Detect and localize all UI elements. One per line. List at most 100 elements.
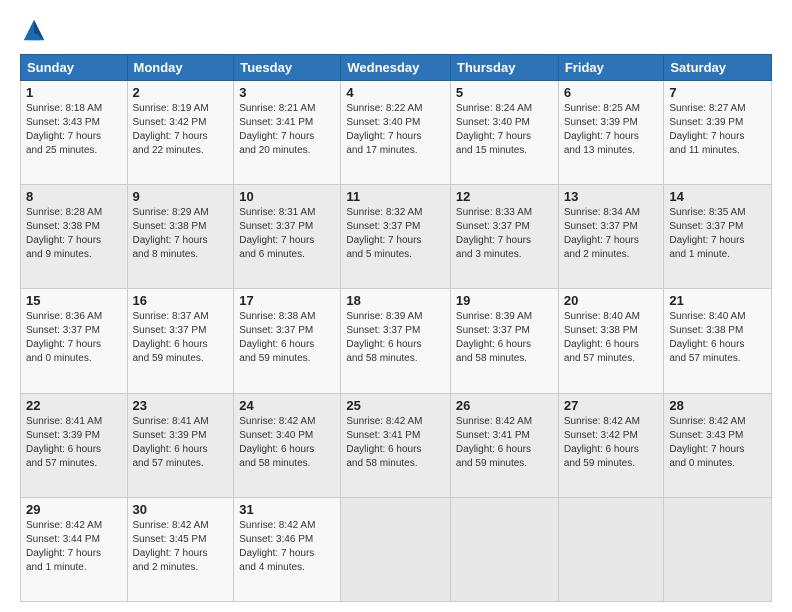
day-info: Sunrise: 8:34 AMSunset: 3:37 PMDaylight:…	[564, 206, 659, 262]
day-info: Sunrise: 8:39 AMSunset: 3:37 PMDaylight:…	[456, 310, 553, 366]
calendar-day-header: Sunday	[21, 55, 128, 81]
calendar-day-cell: 14 Sunrise: 8:35 AMSunset: 3:37 PMDayligh…	[664, 185, 772, 289]
calendar-day-cell: 17 Sunrise: 8:38 AMSunset: 3:37 PMDayligh…	[234, 289, 341, 393]
calendar-day-cell: 3 Sunrise: 8:21 AMSunset: 3:41 PMDaylight…	[234, 81, 341, 185]
calendar-day-cell: 29 Sunrise: 8:42 AMSunset: 3:44 PMDayligh…	[21, 497, 128, 601]
logo-icon	[20, 16, 48, 44]
calendar-day-cell: 20Sunrise: 8:40 AMSunset: 3:38 PMDayligh…	[558, 289, 664, 393]
page: SundayMondayTuesdayWednesdayThursdayFrid…	[0, 0, 792, 612]
day-number: 4	[346, 85, 445, 100]
day-info: Sunrise: 8:36 AMSunset: 3:37 PMDaylight:…	[26, 310, 122, 366]
day-number: 15	[26, 293, 122, 308]
calendar-day-cell: 28 Sunrise: 8:42 AMSunset: 3:43 PMDayligh…	[664, 393, 772, 497]
day-number: 29	[26, 502, 122, 517]
day-number: 3	[239, 85, 335, 100]
calendar-day-cell: 16 Sunrise: 8:37 AMSunset: 3:37 PMDayligh…	[127, 289, 234, 393]
day-number: 30	[133, 502, 229, 517]
day-info: Sunrise: 8:39 AMSunset: 3:37 PMDaylight:…	[346, 310, 445, 366]
day-info: Sunrise: 8:42 AMSunset: 3:42 PMDaylight:…	[564, 415, 659, 471]
day-number: 8	[26, 189, 122, 204]
day-info: Sunrise: 8:21 AMSunset: 3:41 PMDaylight:…	[239, 102, 335, 158]
calendar-day-cell: 5Sunrise: 8:24 AMSunset: 3:40 PMDaylight…	[450, 81, 558, 185]
calendar-header-row: SundayMondayTuesdayWednesdayThursdayFrid…	[21, 55, 772, 81]
day-number: 20	[564, 293, 659, 308]
calendar-day-cell: 13 Sunrise: 8:34 AMSunset: 3:37 PMDayligh…	[558, 185, 664, 289]
day-info: Sunrise: 8:41 AMSunset: 3:39 PMDaylight:…	[26, 415, 122, 471]
calendar-week-row: 15 Sunrise: 8:36 AMSunset: 3:37 PMDayligh…	[21, 289, 772, 393]
calendar-day-cell	[664, 497, 772, 601]
day-number: 25	[346, 398, 445, 413]
day-info: Sunrise: 8:40 AMSunset: 3:38 PMDaylight:…	[669, 310, 766, 366]
day-info: Sunrise: 8:33 AMSunset: 3:37 PMDaylight:…	[456, 206, 553, 262]
calendar-day-cell: 9 Sunrise: 8:29 AMSunset: 3:38 PMDaylight…	[127, 185, 234, 289]
day-info: Sunrise: 8:28 AMSunset: 3:38 PMDaylight:…	[26, 206, 122, 262]
calendar-table: SundayMondayTuesdayWednesdayThursdayFrid…	[20, 54, 772, 602]
day-info: Sunrise: 8:42 AMSunset: 3:41 PMDaylight:…	[346, 415, 445, 471]
day-info: Sunrise: 8:42 AMSunset: 3:44 PMDaylight:…	[26, 519, 122, 575]
day-number: 7	[669, 85, 766, 100]
day-number: 27	[564, 398, 659, 413]
calendar-day-header: Thursday	[450, 55, 558, 81]
day-number: 21	[669, 293, 766, 308]
day-info: Sunrise: 8:27 AMSunset: 3:39 PMDaylight:…	[669, 102, 766, 158]
calendar-day-cell: 18 Sunrise: 8:39 AMSunset: 3:37 PMDayligh…	[341, 289, 451, 393]
calendar-week-row: 22 Sunrise: 8:41 AMSunset: 3:39 PMDayligh…	[21, 393, 772, 497]
day-number: 22	[26, 398, 122, 413]
calendar-day-cell: 15 Sunrise: 8:36 AMSunset: 3:37 PMDayligh…	[21, 289, 128, 393]
calendar-day-cell	[558, 497, 664, 601]
calendar-day-cell: 31 Sunrise: 8:42 AMSunset: 3:46 PMDayligh…	[234, 497, 341, 601]
day-number: 23	[133, 398, 229, 413]
day-number: 9	[133, 189, 229, 204]
day-info: Sunrise: 8:42 AMSunset: 3:43 PMDaylight:…	[669, 415, 766, 471]
day-number: 31	[239, 502, 335, 517]
calendar-day-cell: 30 Sunrise: 8:42 AMSunset: 3:45 PMDayligh…	[127, 497, 234, 601]
calendar-day-cell: 11Sunrise: 8:32 AMSunset: 3:37 PMDayligh…	[341, 185, 451, 289]
calendar-day-header: Monday	[127, 55, 234, 81]
day-info: Sunrise: 8:31 AMSunset: 3:37 PMDaylight:…	[239, 206, 335, 262]
day-info: Sunrise: 8:42 AMSunset: 3:46 PMDaylight:…	[239, 519, 335, 575]
calendar-day-cell: 22 Sunrise: 8:41 AMSunset: 3:39 PMDayligh…	[21, 393, 128, 497]
day-info: Sunrise: 8:41 AMSunset: 3:39 PMDaylight:…	[133, 415, 229, 471]
calendar-day-cell: 7 Sunrise: 8:27 AMSunset: 3:39 PMDaylight…	[664, 81, 772, 185]
day-info: Sunrise: 8:35 AMSunset: 3:37 PMDaylight:…	[669, 206, 766, 262]
calendar-day-cell: 8 Sunrise: 8:28 AMSunset: 3:38 PMDaylight…	[21, 185, 128, 289]
calendar-day-header: Tuesday	[234, 55, 341, 81]
day-number: 17	[239, 293, 335, 308]
day-info: Sunrise: 8:19 AMSunset: 3:42 PMDaylight:…	[133, 102, 229, 158]
day-info: Sunrise: 8:42 AMSunset: 3:41 PMDaylight:…	[456, 415, 553, 471]
day-info: Sunrise: 8:29 AMSunset: 3:38 PMDaylight:…	[133, 206, 229, 262]
calendar-day-cell	[450, 497, 558, 601]
calendar-day-cell: 10 Sunrise: 8:31 AMSunset: 3:37 PMDayligh…	[234, 185, 341, 289]
day-info: Sunrise: 8:38 AMSunset: 3:37 PMDaylight:…	[239, 310, 335, 366]
calendar-day-cell: 24Sunrise: 8:42 AMSunset: 3:40 PMDayligh…	[234, 393, 341, 497]
day-info: Sunrise: 8:42 AMSunset: 3:45 PMDaylight:…	[133, 519, 229, 575]
day-info: Sunrise: 8:24 AMSunset: 3:40 PMDaylight:…	[456, 102, 553, 158]
calendar-day-cell	[341, 497, 451, 601]
day-number: 1	[26, 85, 122, 100]
day-number: 18	[346, 293, 445, 308]
day-number: 14	[669, 189, 766, 204]
calendar-week-row: 8 Sunrise: 8:28 AMSunset: 3:38 PMDaylight…	[21, 185, 772, 289]
day-number: 10	[239, 189, 335, 204]
day-info: Sunrise: 8:18 AMSunset: 3:43 PMDaylight:…	[26, 102, 122, 158]
day-number: 6	[564, 85, 659, 100]
calendar-day-cell: 23 Sunrise: 8:41 AMSunset: 3:39 PMDayligh…	[127, 393, 234, 497]
calendar-day-header: Wednesday	[341, 55, 451, 81]
calendar-day-header: Friday	[558, 55, 664, 81]
calendar-week-row: 29 Sunrise: 8:42 AMSunset: 3:44 PMDayligh…	[21, 497, 772, 601]
day-number: 26	[456, 398, 553, 413]
day-number: 11	[346, 189, 445, 204]
calendar-day-cell: 27 Sunrise: 8:42 AMSunset: 3:42 PMDayligh…	[558, 393, 664, 497]
day-number: 19	[456, 293, 553, 308]
calendar-day-cell: 12 Sunrise: 8:33 AMSunset: 3:37 PMDayligh…	[450, 185, 558, 289]
day-number: 24	[239, 398, 335, 413]
day-number: 12	[456, 189, 553, 204]
day-info: Sunrise: 8:37 AMSunset: 3:37 PMDaylight:…	[133, 310, 229, 366]
day-number: 28	[669, 398, 766, 413]
calendar-day-cell: 26 Sunrise: 8:42 AMSunset: 3:41 PMDayligh…	[450, 393, 558, 497]
day-number: 13	[564, 189, 659, 204]
day-number: 16	[133, 293, 229, 308]
day-info: Sunrise: 8:22 AMSunset: 3:40 PMDaylight:…	[346, 102, 445, 158]
header	[20, 16, 772, 44]
calendar-day-cell: 6Sunrise: 8:25 AMSunset: 3:39 PMDaylight…	[558, 81, 664, 185]
